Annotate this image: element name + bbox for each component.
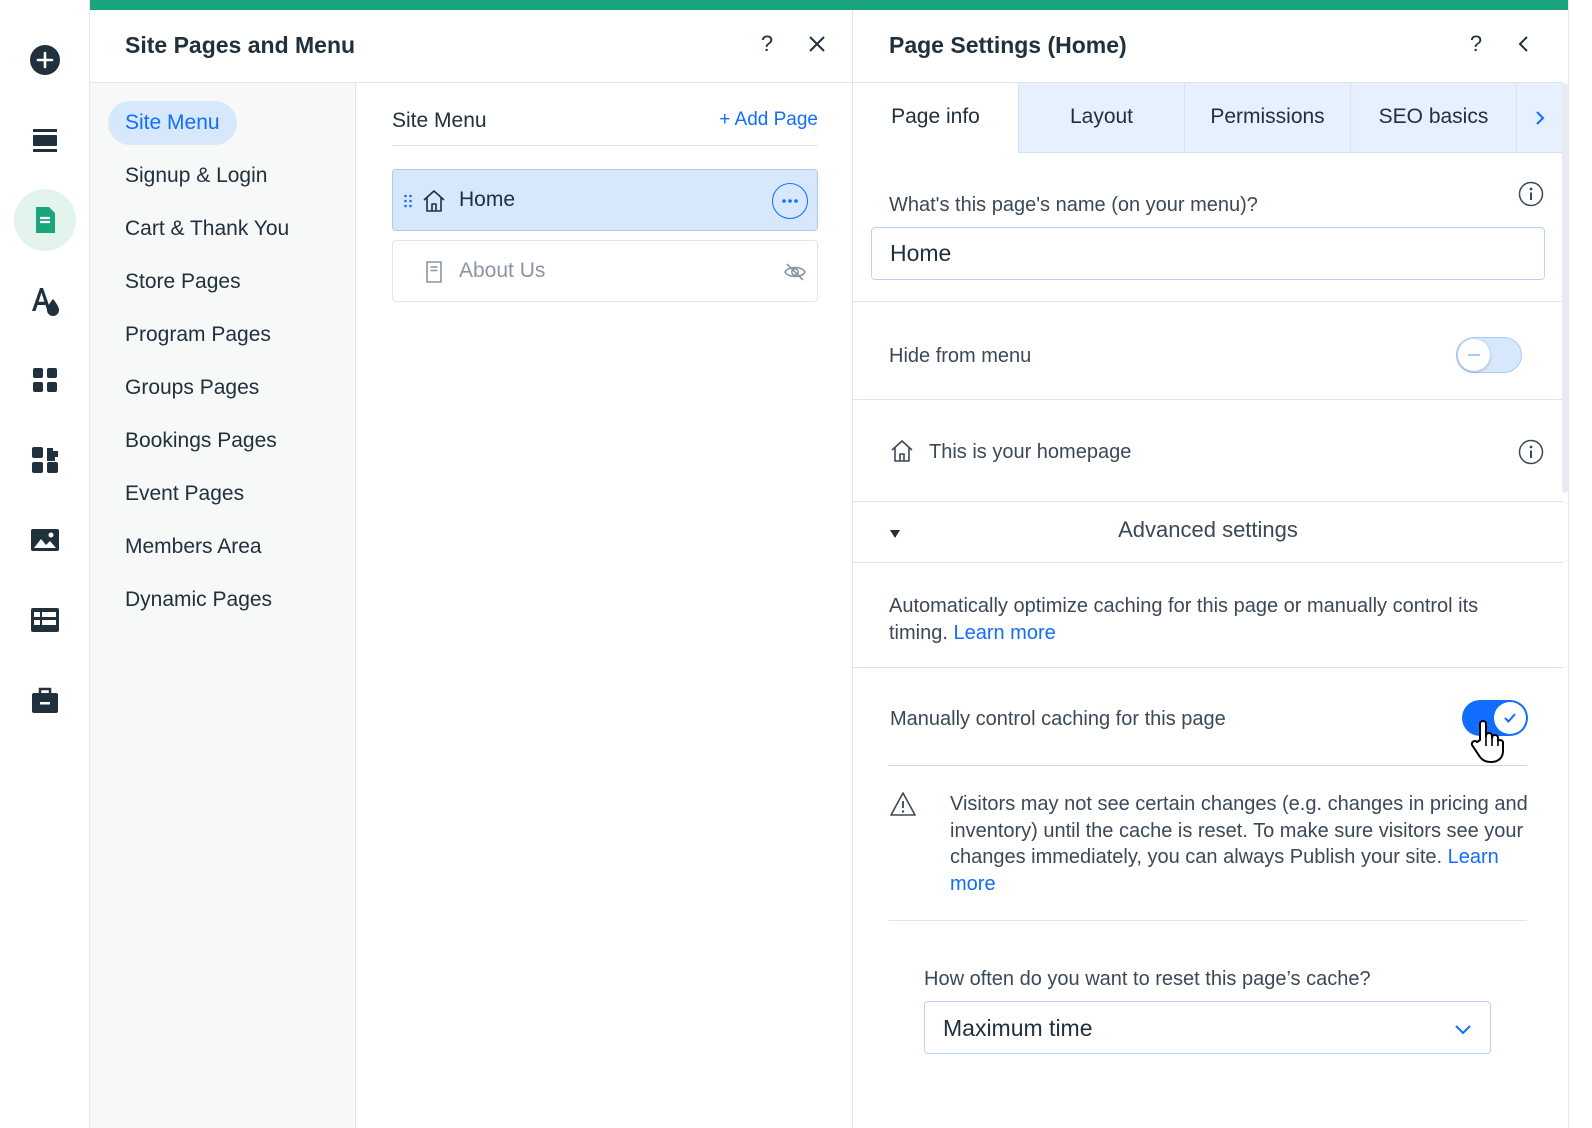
tab-page-info[interactable]: Page info (853, 83, 1018, 153)
page-label: About Us (459, 259, 546, 282)
reset-cache-label: How often do you want to reset this page… (924, 968, 1371, 990)
media-button[interactable] (14, 509, 76, 571)
left-toolbar (0, 0, 90, 1128)
check-icon (1504, 713, 1516, 723)
design-icon (32, 288, 59, 316)
page-actions-button[interactable] (772, 183, 808, 219)
more-icon (782, 199, 798, 203)
portfolio-button[interactable] (14, 669, 76, 731)
home-icon (423, 190, 445, 212)
cms-table-icon (31, 608, 59, 632)
category-cart-thank-you[interactable]: Cart & Thank You (108, 207, 306, 251)
help-icon: ? (760, 31, 774, 56)
category-program-pages[interactable]: Program Pages (108, 313, 288, 357)
reset-cache-dropdown[interactable]: Maximum time (924, 1001, 1491, 1054)
settings-help-button[interactable]: ? (1462, 30, 1490, 58)
advanced-settings-label: Advanced settings (1118, 517, 1298, 542)
right-edge (1568, 0, 1592, 1128)
pages-icon (36, 207, 55, 233)
hide-from-menu-label: Hide from menu (889, 345, 1032, 367)
divider (888, 765, 1527, 766)
category-groups-pages[interactable]: Groups Pages (108, 366, 276, 410)
apps-icon (33, 368, 57, 392)
collapse-button[interactable] (1510, 30, 1538, 58)
sections-icon (33, 129, 57, 152)
page-categories: Site Menu Signup & Login Cart & Thank Yo… (90, 83, 356, 1128)
info-icon[interactable] (1518, 439, 1544, 465)
chevron-down-icon (1455, 1025, 1471, 1035)
pages-panel-header: Site Pages and Menu ? (90, 10, 853, 83)
plus-circle-icon (30, 45, 60, 75)
add-elements-button[interactable] (14, 29, 76, 91)
settings-title: Page Settings (Home) (889, 32, 1127, 58)
pages-panel-title: Site Pages and Menu (125, 32, 356, 58)
home-icon (891, 440, 913, 462)
help-icon: ? (1469, 31, 1483, 56)
divider (853, 562, 1563, 563)
chevron-left-icon (1518, 36, 1528, 52)
homepage-label: This is your homepage (929, 441, 1132, 463)
page-label: Home (459, 188, 516, 211)
divider (853, 399, 1563, 400)
divider (888, 920, 1527, 921)
page-name-input[interactable] (871, 227, 1545, 280)
tabs-next-button[interactable] (1516, 83, 1563, 153)
site-design-button[interactable] (14, 269, 76, 331)
hide-from-menu-toggle[interactable] (1456, 337, 1522, 373)
category-signup-login[interactable]: Signup & Login (108, 154, 284, 198)
top-accent-bar (90, 0, 1592, 10)
page-settings-panel: Page Settings (Home) ? Page info Layout … (853, 10, 1592, 1128)
dropdown-value: Maximum time (943, 1015, 1093, 1041)
hidden-eye-icon[interactable] (783, 260, 807, 284)
site-pages-panel: Site Pages and Menu ? Site Menu Signup &… (90, 10, 853, 1128)
page-icon (426, 261, 442, 283)
drag-handle-icon[interactable] (403, 194, 413, 208)
caching-description: Automatically optimize caching for this … (889, 593, 1529, 646)
tab-layout[interactable]: Layout (1018, 83, 1184, 153)
learn-more-link[interactable]: Learn more (953, 622, 1055, 644)
page-row-about-us[interactable]: About Us (392, 240, 818, 302)
category-event-pages[interactable]: Event Pages (108, 472, 261, 516)
category-store-pages[interactable]: Store Pages (108, 260, 258, 304)
hand-cursor-icon (1470, 720, 1504, 763)
chevron-right-icon (1536, 110, 1545, 125)
tab-permissions[interactable]: Permissions (1184, 83, 1350, 153)
add-section-button[interactable] (14, 109, 76, 171)
divider (853, 667, 1563, 668)
close-icon (809, 36, 825, 52)
warning-text: Visitors may not see certain changes (e.… (950, 793, 1528, 868)
page-name-label: What's this page's name (on your menu)? (889, 194, 1258, 216)
info-icon[interactable] (1518, 181, 1544, 207)
pages-menu-button[interactable] (14, 189, 76, 251)
page-row-home[interactable]: Home (392, 169, 818, 231)
category-bookings-pages[interactable]: Bookings Pages (108, 419, 294, 463)
category-members-area[interactable]: Members Area (108, 525, 279, 569)
toggle-knob (1458, 339, 1490, 371)
site-menu-heading: Site Menu (392, 109, 487, 132)
manual-caching-label: Manually control caching for this page (890, 708, 1226, 730)
category-dynamic-pages[interactable]: Dynamic Pages (108, 578, 289, 622)
settings-tabs: Page info Layout Permissions SEO basics (853, 83, 1563, 153)
tab-seo-basics[interactable]: SEO basics (1350, 83, 1516, 153)
category-site-menu[interactable]: Site Menu (108, 101, 237, 145)
add-apps-button[interactable] (14, 349, 76, 411)
divider (392, 145, 818, 146)
advanced-settings-toggle[interactable]: Advanced settings (853, 502, 1563, 562)
warning-icon (890, 792, 916, 816)
cache-warning: Visitors may not see certain changes (e.… (950, 791, 1540, 897)
business-apps-icon (32, 447, 58, 473)
business-apps-button[interactable] (14, 429, 76, 491)
help-button[interactable]: ? (753, 30, 781, 58)
media-icon (31, 529, 59, 551)
portfolio-icon (32, 687, 58, 713)
divider (853, 301, 1563, 302)
cms-button[interactable] (14, 589, 76, 651)
add-page-button[interactable]: + Add Page (719, 109, 818, 131)
close-button[interactable] (803, 30, 831, 58)
minus-icon (1468, 354, 1480, 356)
